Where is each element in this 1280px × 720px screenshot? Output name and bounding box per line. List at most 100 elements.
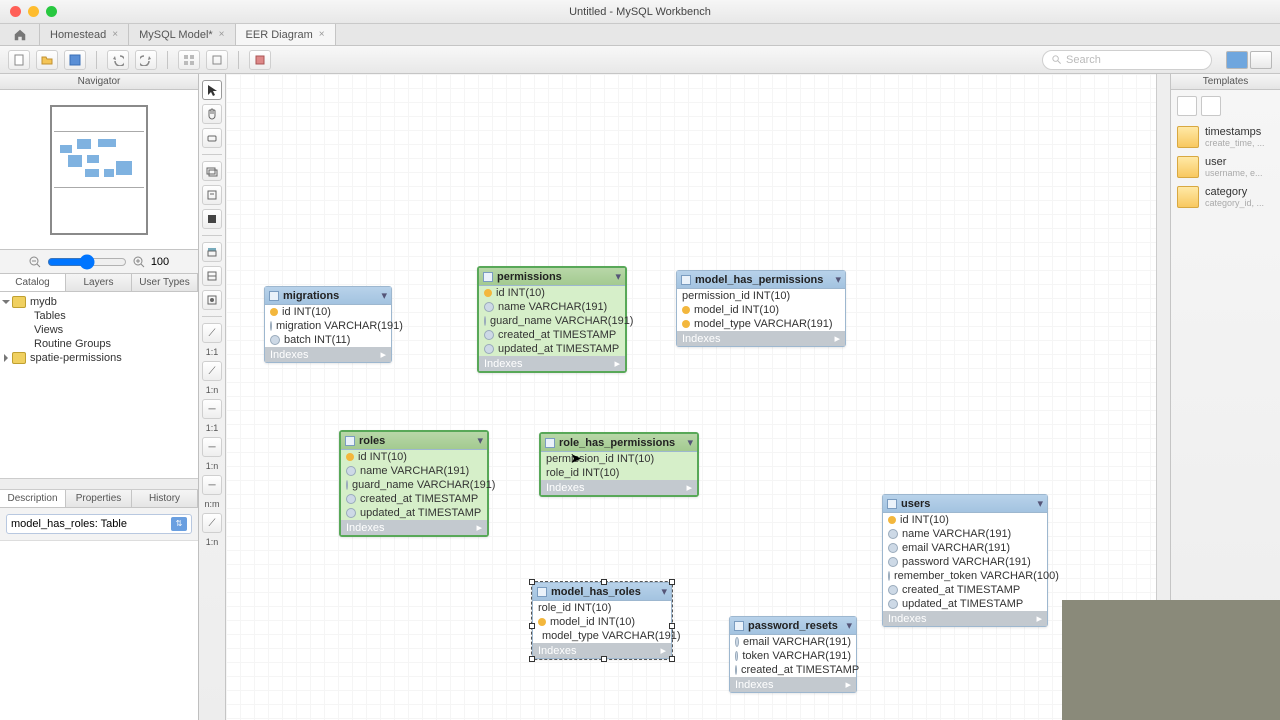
column[interactable]: model_id INT(10) <box>677 303 845 317</box>
image-tool[interactable] <box>202 209 222 229</box>
search-input[interactable]: Search <box>1042 50 1212 70</box>
save-button[interactable] <box>64 50 86 70</box>
column[interactable]: id INT(10) <box>479 286 625 300</box>
chevron-down-icon[interactable]: ▾ <box>381 289 387 302</box>
rel-n-m-tool[interactable]: ─ <box>202 475 222 495</box>
table-model-has-roles[interactable]: model_has_roles▾ role_id INT(10) model_i… <box>532 582 672 659</box>
tab-catalog[interactable]: Catalog <box>0 274 66 291</box>
resize-handle[interactable] <box>669 656 675 662</box>
template-mode-a[interactable] <box>1177 96 1197 116</box>
column[interactable]: created_at TIMESTAMP <box>341 492 487 506</box>
column[interactable]: created_at TIMESTAMP <box>883 583 1047 597</box>
table-migrations[interactable]: migrations▾ id INT(10) migration VARCHAR… <box>264 286 392 363</box>
template-timestamps[interactable]: timestampscreate_time, ... <box>1171 122 1280 152</box>
expand-icon[interactable] <box>4 354 8 362</box>
diagram-thumbnail[interactable] <box>0 90 198 250</box>
tab-mysql-model[interactable]: MySQL Model*× <box>129 24 235 45</box>
view-tool[interactable] <box>202 266 222 286</box>
chevron-down-icon[interactable]: ▾ <box>835 273 841 286</box>
template-user[interactable]: userusername, e... <box>1171 152 1280 182</box>
tab-history[interactable]: History <box>132 490 198 507</box>
column[interactable]: id INT(10) <box>265 305 391 319</box>
open-file-button[interactable] <box>36 50 58 70</box>
column[interactable]: name VARCHAR(191) <box>883 527 1047 541</box>
close-icon[interactable]: × <box>112 29 118 40</box>
tab-description[interactable]: Description <box>0 490 66 507</box>
chevron-right-icon[interactable]: ▸ <box>686 481 692 494</box>
grid-button[interactable] <box>178 50 200 70</box>
column[interactable]: guard_name VARCHAR(191) <box>479 314 625 328</box>
routine-tool[interactable] <box>202 290 222 310</box>
diagram-canvas[interactable]: migrations▾ id INT(10) migration VARCHAR… <box>226 74 1170 720</box>
column[interactable]: model_id INT(10) <box>533 615 671 629</box>
column[interactable]: batch INT(11) <box>265 333 391 347</box>
column[interactable]: created_at TIMESTAMP <box>479 328 625 342</box>
column[interactable]: id INT(10) <box>341 450 487 464</box>
chevron-down-icon[interactable]: ▾ <box>1037 497 1043 510</box>
table-tool[interactable] <box>202 242 222 262</box>
rel-existing-tool[interactable]: ⟋ <box>202 513 222 533</box>
table-permissions[interactable]: permissions▾ id INT(10) name VARCHAR(191… <box>477 266 627 373</box>
chevron-right-icon[interactable]: ▸ <box>476 521 482 534</box>
chevron-right-icon[interactable]: ▸ <box>1036 612 1042 625</box>
resize-handle[interactable] <box>529 656 535 662</box>
close-icon[interactable]: × <box>319 29 325 40</box>
column[interactable]: permission_id INT(10) <box>541 452 697 466</box>
column[interactable]: updated_at TIMESTAMP <box>883 597 1047 611</box>
hand-tool[interactable] <box>202 104 222 124</box>
column[interactable]: remember_token VARCHAR(100) <box>883 569 1047 583</box>
resize-handle[interactable] <box>669 623 675 629</box>
column[interactable]: role_id INT(10) <box>533 601 671 615</box>
chevron-right-icon[interactable]: ▸ <box>614 357 620 370</box>
chevron-down-icon[interactable]: ▾ <box>687 436 693 449</box>
chevron-right-icon[interactable]: ▸ <box>380 348 386 361</box>
column[interactable]: permission_id INT(10) <box>677 289 845 303</box>
resize-handle[interactable] <box>669 579 675 585</box>
chevron-down-icon[interactable]: ▾ <box>661 585 667 598</box>
resize-handle[interactable] <box>601 656 607 662</box>
column[interactable]: id INT(10) <box>883 513 1047 527</box>
tab-user-types[interactable]: User Types <box>132 274 198 291</box>
table-role-has-permissions[interactable]: role_has_permissions▾ permission_id INT(… <box>539 432 699 497</box>
table-model-has-permissions[interactable]: model_has_permissions▾ permission_id INT… <box>676 270 846 347</box>
close-icon[interactable]: × <box>219 29 225 40</box>
column[interactable]: model_type VARCHAR(191) <box>677 317 845 331</box>
undo-button[interactable] <box>107 50 129 70</box>
chevron-down-icon[interactable]: ▾ <box>615 270 621 283</box>
table-roles[interactable]: roles▾ id INT(10) name VARCHAR(191) guar… <box>339 430 489 537</box>
column[interactable]: password VARCHAR(191) <box>883 555 1047 569</box>
column[interactable]: email VARCHAR(191) <box>883 541 1047 555</box>
column[interactable]: name VARCHAR(191) <box>479 300 625 314</box>
export-button[interactable] <box>249 50 271 70</box>
tab-properties[interactable]: Properties <box>66 490 132 507</box>
layer-tool[interactable] <box>202 161 222 181</box>
tab-homestead[interactable]: Homestead× <box>40 24 129 45</box>
tab-layers[interactable]: Layers <box>66 274 132 291</box>
eraser-tool[interactable] <box>202 128 222 148</box>
chevron-right-icon[interactable]: ▸ <box>834 332 840 345</box>
tree-item-tables[interactable]: Tables <box>0 309 198 323</box>
chevron-right-icon[interactable]: ▸ <box>660 644 666 657</box>
note-tool[interactable] <box>202 185 222 205</box>
column[interactable]: updated_at TIMESTAMP <box>341 506 487 520</box>
tree-item-views[interactable]: Views <box>0 323 198 337</box>
zoom-in-icon[interactable] <box>133 256 145 268</box>
zoom-icon[interactable] <box>46 6 57 17</box>
scrollbar-horizontal[interactable] <box>0 478 198 490</box>
home-tab[interactable] <box>0 24 40 45</box>
new-file-button[interactable] <box>8 50 30 70</box>
column[interactable]: migration VARCHAR(191) <box>265 319 391 333</box>
resize-handle[interactable] <box>529 623 535 629</box>
expand-icon[interactable] <box>2 300 10 304</box>
tab-eer-diagram[interactable]: EER Diagram× <box>236 24 336 45</box>
table-password-resets[interactable]: password_resets▾ email VARCHAR(191) toke… <box>729 616 857 693</box>
zoom-slider[interactable] <box>47 254 127 270</box>
object-selector[interactable]: model_has_roles: Table ⇅ <box>6 514 192 534</box>
column[interactable]: token VARCHAR(191) <box>730 649 856 663</box>
pointer-tool[interactable] <box>202 80 222 100</box>
resize-handle[interactable] <box>529 579 535 585</box>
rel-1-1-nonid-tool[interactable]: ⟋ <box>202 323 222 343</box>
chevron-right-icon[interactable]: ▸ <box>845 678 851 691</box>
chevron-down-icon[interactable]: ▾ <box>846 619 852 632</box>
tree-item-spatie[interactable]: spatie-permissions <box>0 351 198 365</box>
